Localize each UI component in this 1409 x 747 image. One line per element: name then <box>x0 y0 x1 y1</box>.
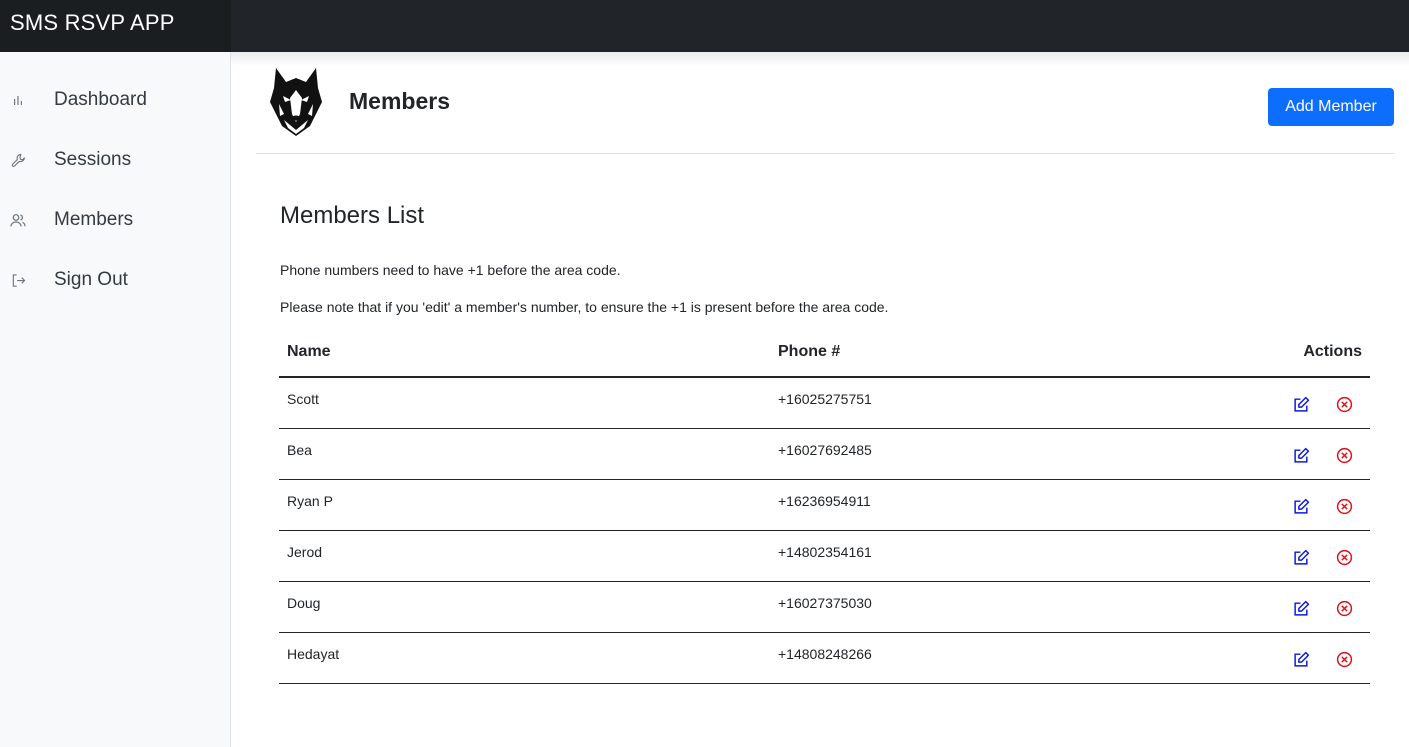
top-navbar: SMS RSVP APP <box>0 0 1409 52</box>
table-row: Jerod +14802354161 <box>279 531 1370 582</box>
users-icon <box>10 212 26 228</box>
page-header: Members Add Member <box>256 52 1394 154</box>
column-header-name: Name <box>287 343 331 360</box>
edit-icon[interactable] <box>1292 650 1310 668</box>
member-phone: +16027375030 <box>778 595 872 611</box>
member-name: Bea <box>287 442 312 458</box>
bar-chart-icon <box>10 92 26 108</box>
member-phone: +16236954911 <box>778 493 871 509</box>
sign-out-icon <box>10 272 26 288</box>
delete-icon[interactable] <box>1335 599 1353 617</box>
delete-icon[interactable] <box>1335 446 1353 464</box>
sidebar: Dashboard Sessions Members Sign Out <box>0 52 231 747</box>
edit-icon[interactable] <box>1292 599 1310 617</box>
sidebar-item-label: Sessions <box>54 149 132 170</box>
table-header: Name Phone # Actions <box>279 330 1370 378</box>
wolf-logo-icon <box>270 68 322 136</box>
column-header-actions: Actions <box>1303 343 1362 360</box>
sidebar-item-dashboard[interactable]: Dashboard <box>0 80 230 120</box>
member-phone: +14802354161 <box>778 544 872 560</box>
delete-icon[interactable] <box>1335 650 1353 668</box>
column-header-phone: Phone # <box>778 343 841 360</box>
phone-format-note: Phone numbers need to have +1 before the… <box>280 262 621 278</box>
member-name: Hedayat <box>287 646 340 662</box>
page-title: Members <box>349 88 450 114</box>
edit-icon[interactable] <box>1292 548 1310 566</box>
member-phone: +14808248266 <box>778 646 872 662</box>
table-row: Hedayat +14808248266 <box>279 633 1370 684</box>
edit-number-note: Please note that if you 'edit' a member'… <box>280 299 889 315</box>
sidebar-item-members[interactable]: Members <box>0 200 230 240</box>
edit-icon[interactable] <box>1292 446 1310 464</box>
member-name: Scott <box>287 391 319 407</box>
app-brand[interactable]: SMS RSVP APP <box>0 0 231 52</box>
members-table: Name Phone # Actions Scott +16025275751 … <box>279 330 1370 684</box>
table-row: Scott +16025275751 <box>279 378 1370 429</box>
edit-icon[interactable] <box>1292 395 1310 413</box>
delete-icon[interactable] <box>1335 395 1353 413</box>
section-title: Members List <box>280 202 425 229</box>
member-phone: +16027692485 <box>778 442 872 458</box>
member-phone: +16025275751 <box>778 391 872 407</box>
table-row: Doug +16027375030 <box>279 582 1370 633</box>
sidebar-item-label: Sign Out <box>54 269 128 290</box>
sidebar-item-sign-out[interactable]: Sign Out <box>0 260 230 300</box>
edit-icon[interactable] <box>1292 497 1310 515</box>
member-name: Doug <box>287 595 321 611</box>
sidebar-item-label: Members <box>54 209 134 230</box>
wrench-icon <box>10 152 26 168</box>
add-member-button[interactable]: Add Member <box>1268 88 1394 126</box>
table-row: Ryan P +16236954911 <box>279 480 1370 531</box>
sidebar-item-sessions[interactable]: Sessions <box>0 140 230 180</box>
delete-icon[interactable] <box>1335 497 1353 515</box>
delete-icon[interactable] <box>1335 548 1353 566</box>
member-name: Ryan P <box>287 493 333 509</box>
table-row: Bea +16027692485 <box>279 429 1370 480</box>
member-name: Jerod <box>287 544 323 560</box>
sidebar-item-label: Dashboard <box>54 89 147 110</box>
